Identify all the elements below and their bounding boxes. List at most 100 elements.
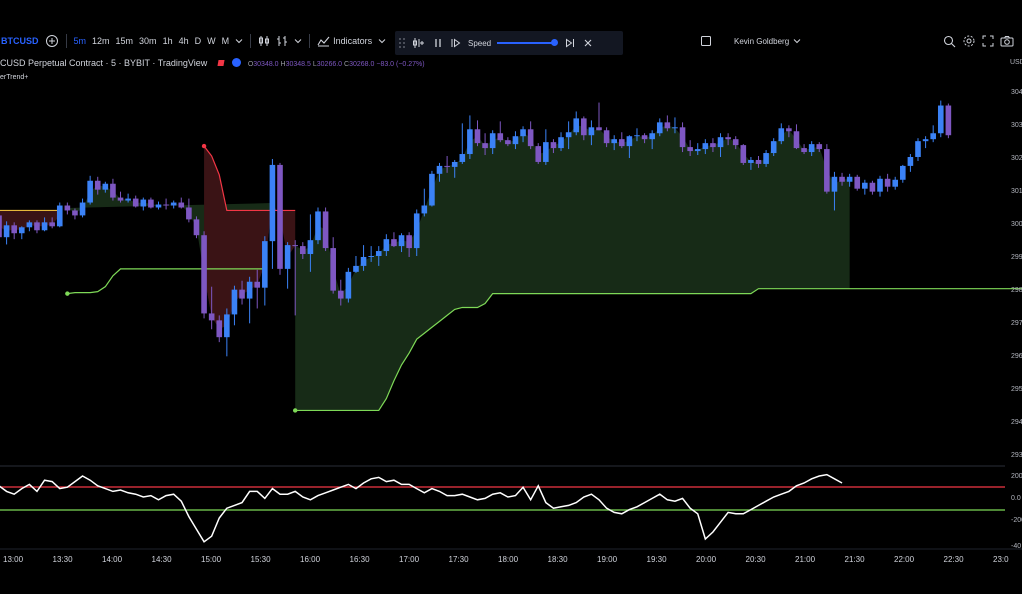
price-tick-label: 302 xyxy=(1011,155,1022,162)
candle-body xyxy=(383,239,390,252)
interval-5m-button[interactable]: 5m xyxy=(71,32,90,50)
price-chart[interactable]: 304 303 302 301 300 299 298 297 296 295 294 293 USD 2… xyxy=(0,0,1022,594)
candle-body xyxy=(634,135,640,137)
candle-body xyxy=(672,127,678,129)
candle-body xyxy=(406,235,412,249)
candle-body xyxy=(87,180,93,203)
replay-drag-handle[interactable] xyxy=(395,34,409,52)
interval-m-button[interactable]: M xyxy=(219,32,233,50)
interval-d-button[interactable]: D xyxy=(192,32,205,50)
play-button[interactable] xyxy=(447,34,465,52)
interval-1h-button[interactable]: 1h xyxy=(160,32,176,50)
plus-circle-icon xyxy=(45,35,58,47)
candle-body xyxy=(315,211,321,241)
compare-button[interactable] xyxy=(273,32,291,50)
candle-body xyxy=(186,207,192,220)
candle-body xyxy=(755,159,762,164)
candle-body xyxy=(550,142,557,149)
candle-body xyxy=(581,118,587,136)
candle-body xyxy=(413,213,420,249)
layout-button[interactable] xyxy=(697,32,715,50)
interval-4h-button[interactable]: 4h xyxy=(176,32,192,50)
candle-body xyxy=(72,210,78,216)
chevron-down-icon xyxy=(378,39,386,44)
chevron-down-icon xyxy=(793,39,801,44)
toolbar-divider xyxy=(65,34,67,48)
snapshot-button[interactable] xyxy=(997,32,1017,50)
speed-slider-handle[interactable] xyxy=(551,39,559,46)
oscillator-tick-label: 0.0 xyxy=(1011,495,1021,502)
symbol-search-button[interactable]: BTCUSD xyxy=(0,32,42,50)
candle-body xyxy=(717,137,724,148)
supertrend-signal-dot-2 xyxy=(201,143,207,149)
bars-compare-icon xyxy=(277,36,288,46)
candle-body xyxy=(125,198,131,201)
bar-style-button[interactable] xyxy=(255,32,273,50)
chart-type-dropdown-button[interactable] xyxy=(291,32,305,50)
symbol-title[interactable]: CUSD Perpetual Contract · 5 · BYBIT · Tr… xyxy=(0,58,207,68)
candle-body xyxy=(155,204,162,208)
candle-body xyxy=(482,143,488,149)
candle-body xyxy=(140,199,147,207)
candle-body xyxy=(603,130,610,144)
interval-15m-button[interactable]: 15m xyxy=(113,32,137,50)
price-tick-label: 304 xyxy=(1011,89,1022,96)
candle-body xyxy=(391,239,397,247)
interval-dropdown-button[interactable] xyxy=(232,32,246,50)
drag-handle-icon xyxy=(399,38,405,48)
speed-slider[interactable] xyxy=(497,39,559,46)
indicators-dropdown-button[interactable] xyxy=(375,32,389,50)
indicator-label[interactable]: erTrend+ xyxy=(0,74,28,81)
close-replay-button[interactable] xyxy=(579,34,597,52)
select-bar-button[interactable] xyxy=(409,34,429,52)
oscillator-tick-label: 200 xyxy=(1011,473,1022,480)
price-tick-label: 301 xyxy=(1011,188,1022,195)
candle-body xyxy=(300,246,306,255)
candle-body xyxy=(884,178,891,187)
candle-body xyxy=(201,235,207,314)
price-tick-label: 303 xyxy=(1011,122,1022,129)
logo-mark-icon xyxy=(217,60,225,66)
select-bar-icon xyxy=(413,38,424,48)
time-tick-label: 23:0 xyxy=(993,555,1009,564)
replay-indicator-icon[interactable] xyxy=(232,58,242,67)
interval-30m-button[interactable]: 30m xyxy=(136,32,160,50)
chevron-down-icon xyxy=(294,39,302,44)
candle-body xyxy=(444,165,450,167)
time-tick-label: 20:30 xyxy=(746,555,767,564)
candle-body xyxy=(102,183,109,190)
account-menu-button[interactable]: Kevin Goldberg xyxy=(731,32,804,50)
time-tick-label: 19:30 xyxy=(647,555,668,564)
oscillator-line xyxy=(0,473,843,543)
indicators-label: Indicators xyxy=(333,36,373,46)
candle-body xyxy=(900,165,906,180)
candle-body xyxy=(497,133,504,141)
candle-body xyxy=(239,289,245,299)
pause-button[interactable] xyxy=(429,34,447,52)
candle-body xyxy=(49,222,55,227)
time-tick-label: 16:00 xyxy=(300,555,321,564)
camera-icon xyxy=(1000,36,1014,47)
candle-body xyxy=(26,222,33,228)
search-button[interactable] xyxy=(940,32,959,50)
candle-body xyxy=(353,265,359,272)
candle-body xyxy=(824,149,830,192)
time-tick-label: 20:00 xyxy=(696,555,717,564)
indicators-button[interactable]: Indicators xyxy=(314,32,375,50)
candle-body xyxy=(421,205,428,214)
add-symbol-button[interactable] xyxy=(42,32,62,50)
step-forward-button[interactable] xyxy=(561,34,579,52)
supertrend-signal-dot-3 xyxy=(293,408,298,413)
candle-body xyxy=(778,128,785,142)
candle-body xyxy=(41,222,48,231)
high-value: 30348.5 xyxy=(285,61,311,68)
candle-body xyxy=(831,176,838,192)
candle-body xyxy=(224,314,230,338)
interval-12m-button[interactable]: 12m xyxy=(89,32,113,50)
price-axis-unit: USD xyxy=(1010,59,1022,66)
fullscreen-button[interactable] xyxy=(979,32,997,50)
candle-body xyxy=(649,133,655,140)
interval-w-button[interactable]: W xyxy=(204,32,219,50)
candle-body xyxy=(770,141,777,154)
settings-button[interactable] xyxy=(959,32,979,50)
